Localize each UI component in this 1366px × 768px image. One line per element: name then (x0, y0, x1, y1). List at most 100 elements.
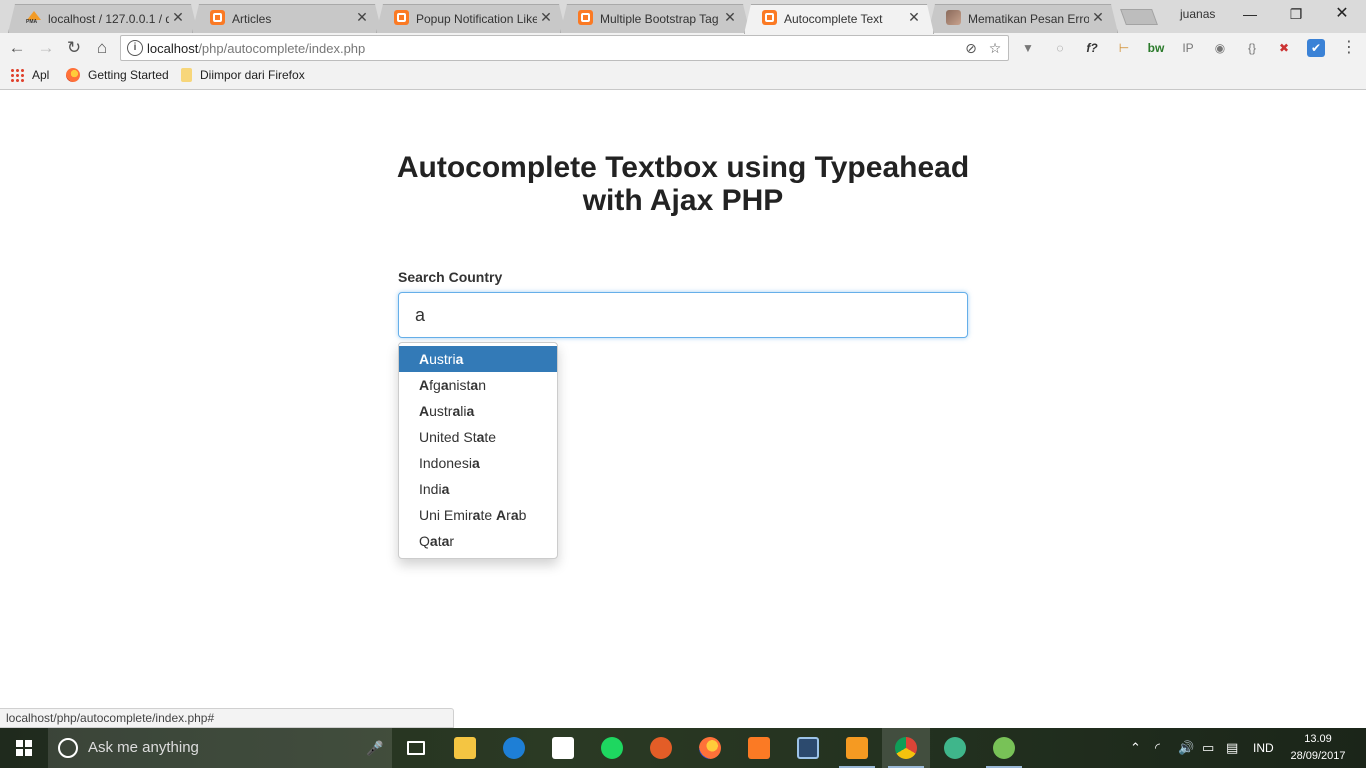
page-title: Autocomplete Textbox using Typeahead wit… (396, 151, 970, 217)
sublime-text-app[interactable] (833, 728, 881, 768)
suggestion-text: n (478, 377, 486, 393)
close-icon[interactable]: ✕ (1091, 10, 1105, 24)
vuejs-extension-icon[interactable]: ▼ (1019, 39, 1037, 57)
builtwith-extension-icon[interactable]: bw (1147, 39, 1165, 57)
new-tab-button[interactable] (1120, 9, 1158, 25)
task-view-button[interactable] (392, 728, 440, 768)
folder-icon (454, 737, 476, 759)
adblock-extension-icon[interactable]: ✖ (1275, 39, 1293, 57)
notification-icon[interactable]: ▤ (1226, 738, 1238, 758)
suggestion-text: Uni Emir (419, 507, 473, 523)
image-icon (946, 10, 961, 25)
suggestion-text: b (518, 507, 527, 523)
start-button[interactable] (0, 728, 48, 768)
firefox-app[interactable] (686, 728, 734, 768)
menu-icon[interactable]: ⋮ (1341, 38, 1357, 58)
monitor-app[interactable] (784, 728, 832, 768)
suggestion-match: a (441, 481, 450, 497)
cortana-placeholder: Ask me anything (88, 739, 199, 756)
file-explorer-app[interactable] (441, 728, 489, 768)
chevron-up-icon[interactable]: ⌃ (1130, 738, 1141, 758)
json-extension-icon[interactable]: {} (1243, 39, 1261, 57)
bookmark-folder-firefox[interactable]: Diimpor dari Firefox (181, 68, 305, 82)
ruler-extension-icon[interactable]: ⊢ (1115, 39, 1133, 57)
status-bar: localhost/php/autocomplete/index.php# (0, 708, 454, 728)
suggestion-item[interactable]: United State (399, 424, 557, 450)
search-country-label: Search Country (398, 269, 503, 285)
language-indicator[interactable]: IND (1253, 738, 1274, 758)
suggestion-item[interactable]: Austria (399, 346, 557, 372)
suggestion-match: a (455, 351, 464, 367)
wifi-icon[interactable]: ◜ (1155, 738, 1160, 758)
close-icon[interactable]: ✕ (171, 10, 185, 24)
windows-taskbar: Ask me anything 🎤 ⌃ ◜ 🔊 ▭ ▤ IND 13.09 28… (0, 728, 1366, 768)
suggestion-text: United St (419, 429, 477, 445)
camera-extension-icon[interactable]: ◉ (1211, 39, 1229, 57)
bookmark-getting-started[interactable]: Getting Started (66, 68, 169, 82)
star-icon[interactable]: ☆ (987, 40, 1003, 56)
gitkraken-app[interactable] (931, 728, 979, 768)
close-icon[interactable]: ✕ (539, 10, 553, 24)
spotify-app[interactable] (588, 728, 636, 768)
autocomplete-dropdown: Austria Afganistan Australia United State In… (398, 342, 558, 559)
extension-icon[interactable]: ◌ (1051, 39, 1069, 57)
tab-multiple-bootstrap[interactable]: Multiple Bootstrap Tag ✕ (560, 4, 750, 33)
suggestion-item[interactable]: India (399, 476, 557, 502)
search-country-input[interactable] (398, 292, 968, 338)
suggestion-item[interactable]: Australia (399, 398, 557, 424)
tab-phpmyadmin[interactable]: localhost / 127.0.0.1 / d ✕ (8, 4, 198, 33)
tab-autocomplete[interactable]: Autocomplete Text ✕ (744, 4, 934, 34)
url-host: localhost (147, 41, 199, 56)
suggestion-text: te (480, 507, 497, 523)
suggestion-item[interactable]: Qatar (399, 528, 557, 554)
tab-articles[interactable]: Articles ✕ (192, 4, 382, 33)
store-app[interactable] (539, 728, 587, 768)
gitkraken-icon (944, 737, 966, 759)
xampp-icon (210, 10, 225, 25)
volume-icon[interactable]: 🔊 (1178, 738, 1194, 758)
close-icon[interactable]: ✕ (355, 10, 369, 24)
url-text: localhost/php/autocomplete/index.php (147, 41, 365, 56)
check-extension-icon[interactable]: ✔ (1307, 39, 1325, 57)
forward-icon[interactable]: → (35, 37, 57, 59)
suggestion-match: a (429, 533, 438, 549)
cortana-search-box[interactable]: Ask me anything 🎤 (48, 728, 392, 768)
restore-icon[interactable]: ❐ (1273, 0, 1319, 28)
close-icon[interactable]: ✕ (907, 10, 921, 24)
bookmark-apps[interactable]: Apl (10, 68, 49, 82)
address-bar[interactable]: i localhost/php/autocomplete/index.php ⊘… (120, 35, 1009, 61)
suggestion-item[interactable]: Afganistan (399, 372, 557, 398)
minimize-icon[interactable]: — (1227, 0, 1273, 28)
back-icon[interactable]: ← (6, 37, 28, 59)
microphone-icon[interactable]: 🎤 (366, 738, 383, 758)
system-clock[interactable]: 13.09 28/09/2017 (1286, 731, 1350, 765)
suggestion-match: A (419, 403, 430, 419)
font-extension-icon[interactable]: f? (1083, 39, 1101, 57)
home-icon[interactable]: ⌂ (91, 37, 113, 59)
url-path: /php/autocomplete/index.php (198, 41, 366, 56)
close-icon[interactable]: ✕ (723, 10, 737, 24)
suggestion-item[interactable]: Uni Emirate Arab (399, 502, 557, 528)
suggestion-text: ustr (429, 403, 453, 419)
blocked-content-icon[interactable]: ⊘ (963, 40, 979, 56)
xampp-icon (748, 737, 770, 759)
tab-popup-notification[interactable]: Popup Notification Like ✕ (376, 4, 566, 33)
tab-mematikan-pesan[interactable]: Mematikan Pesan Error ✕ (928, 4, 1118, 33)
suggestion-text: ustri (429, 351, 456, 367)
edge-app[interactable] (490, 728, 538, 768)
suggestion-match: A (419, 351, 430, 367)
ip-extension-icon[interactable]: IP (1179, 39, 1197, 57)
suggestion-item[interactable]: Indonesia (399, 450, 557, 476)
feather-app[interactable] (637, 728, 685, 768)
android-studio-icon (993, 737, 1015, 759)
close-window-icon[interactable]: ✕ (1319, 0, 1365, 28)
xampp-app[interactable] (735, 728, 783, 768)
cortana-icon (58, 738, 78, 758)
battery-icon[interactable]: ▭ (1202, 738, 1214, 758)
android-studio-app[interactable] (980, 728, 1028, 768)
spotify-icon (601, 737, 623, 759)
chrome-app[interactable] (882, 728, 930, 768)
profile-name[interactable]: juanas (1180, 7, 1215, 21)
reload-icon[interactable]: ↻ (63, 37, 85, 59)
info-icon[interactable]: i (127, 40, 143, 56)
